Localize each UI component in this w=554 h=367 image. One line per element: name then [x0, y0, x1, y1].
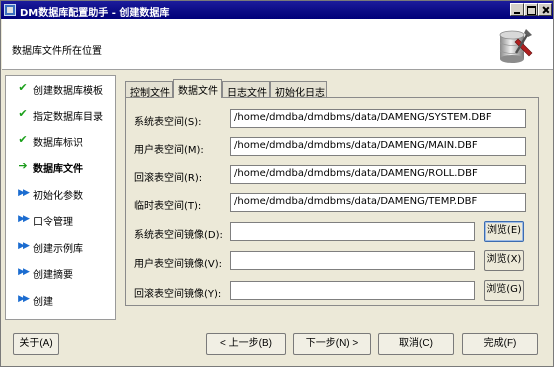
step-item: ▶▶ 创建: [6, 290, 115, 308]
check-icon: ✔: [18, 133, 28, 146]
step-item: ▶▶ 口令管理: [6, 210, 115, 228]
wizard-window: DM数据库配置助手 - 创建数据库 数据库文件所在位置 ✔ 创建数据库模板 ✔: [0, 0, 554, 367]
step-item: ✔ 数据库标识: [6, 131, 115, 150]
wizard-header: 数据库文件所在位置: [2, 19, 553, 70]
path-input[interactable]: /home/dmdba/dmdbms/data/DAMENG/ROLL.DBF: [230, 165, 526, 184]
path-input[interactable]: /home/dmdba/dmdbms/data/DAMENG/MAIN.DBF: [230, 137, 526, 156]
check-icon: ✔: [18, 81, 28, 94]
step-label: 创建示例库: [33, 244, 83, 255]
field-label: 用户表空间镜像(V):: [134, 259, 223, 270]
check-icon: ✔: [18, 107, 28, 120]
pending-arrow-icon: ▶▶: [18, 214, 30, 224]
path-input[interactable]: [230, 222, 475, 241]
step-label: 创建数据库模板: [33, 86, 103, 97]
finish-button[interactable]: 完成(F): [462, 333, 538, 355]
wizard-steps: ✔ 创建数据库模板 ✔ 指定数据库目录 ✔ 数据库标识 ➔ 数据库文件 ▶▶ 初始化参数 ▶▶ 口令管…: [5, 75, 116, 320]
current-arrow-icon: ➔: [18, 159, 28, 172]
step-label: 口令管理: [33, 217, 73, 228]
pending-arrow-icon: ▶▶: [18, 188, 30, 198]
tab-3[interactable]: 初始化日志: [270, 81, 327, 99]
browse-button[interactable]: 浏览(G): [484, 280, 524, 301]
step-item: ✔ 创建数据库模板: [6, 79, 115, 98]
tab-1[interactable]: 数据文件: [173, 79, 222, 98]
step-label: 数据库标识: [33, 138, 83, 149]
step-item: ➔ 数据库文件: [6, 157, 115, 176]
path-input[interactable]: [230, 251, 475, 270]
title-bar[interactable]: DM数据库配置助手 - 创建数据库: [1, 1, 553, 19]
step-label: 指定数据库目录: [33, 112, 103, 123]
cancel-button[interactable]: 取消(C): [378, 333, 454, 355]
field-label: 系统表空间镜像(D):: [134, 230, 223, 241]
database-tools-icon: [499, 29, 533, 63]
app-icon: [4, 4, 16, 16]
step-label: 创建: [33, 297, 53, 308]
step-item: ✔ 指定数据库目录: [6, 105, 115, 124]
pending-arrow-icon: ▶▶: [18, 294, 30, 304]
tab-2[interactable]: 日志文件: [222, 81, 270, 99]
field-label: 回滚表空间镜像(Y):: [134, 289, 222, 300]
path-input[interactable]: /home/dmdba/dmdbms/data/DAMENG/SYSTEM.DB…: [230, 109, 526, 128]
step-item: ▶▶ 初始化参数: [6, 184, 115, 202]
browse-button[interactable]: 浏览(X): [484, 250, 524, 271]
step-item: ▶▶ 创建示例库: [6, 237, 115, 255]
close-button[interactable]: [538, 3, 552, 16]
minimize-button[interactable]: [510, 3, 524, 16]
field-label: 临时表空间(T):: [134, 201, 202, 212]
about-button[interactable]: 关于(A): [13, 333, 59, 355]
field-label: 系统表空间(S):: [134, 117, 202, 128]
tab-0[interactable]: 控制文件: [125, 81, 173, 99]
step-label: 初始化参数: [33, 191, 83, 202]
field-label: 用户表空间(M):: [134, 145, 204, 156]
pending-arrow-icon: ▶▶: [18, 267, 30, 277]
window-title: DM数据库配置助手 - 创建数据库: [20, 8, 170, 19]
next-button[interactable]: 下一步(N) >: [293, 333, 371, 355]
step-label: 创建摘要: [33, 270, 73, 281]
browse-button[interactable]: 浏览(E): [484, 221, 524, 242]
path-input[interactable]: [230, 281, 475, 300]
page-title: 数据库文件所在位置: [12, 46, 102, 57]
step-item: ▶▶ 创建摘要: [6, 263, 115, 281]
field-label: 回滚表空间(R):: [134, 173, 203, 184]
pending-arrow-icon: ▶▶: [18, 241, 30, 251]
step-label: 数据库文件: [33, 164, 83, 175]
prev-button[interactable]: < 上一步(B): [206, 333, 286, 355]
maximize-button[interactable]: [524, 3, 538, 16]
path-input[interactable]: /home/dmdba/dmdbms/data/DAMENG/TEMP.DBF: [230, 193, 526, 212]
